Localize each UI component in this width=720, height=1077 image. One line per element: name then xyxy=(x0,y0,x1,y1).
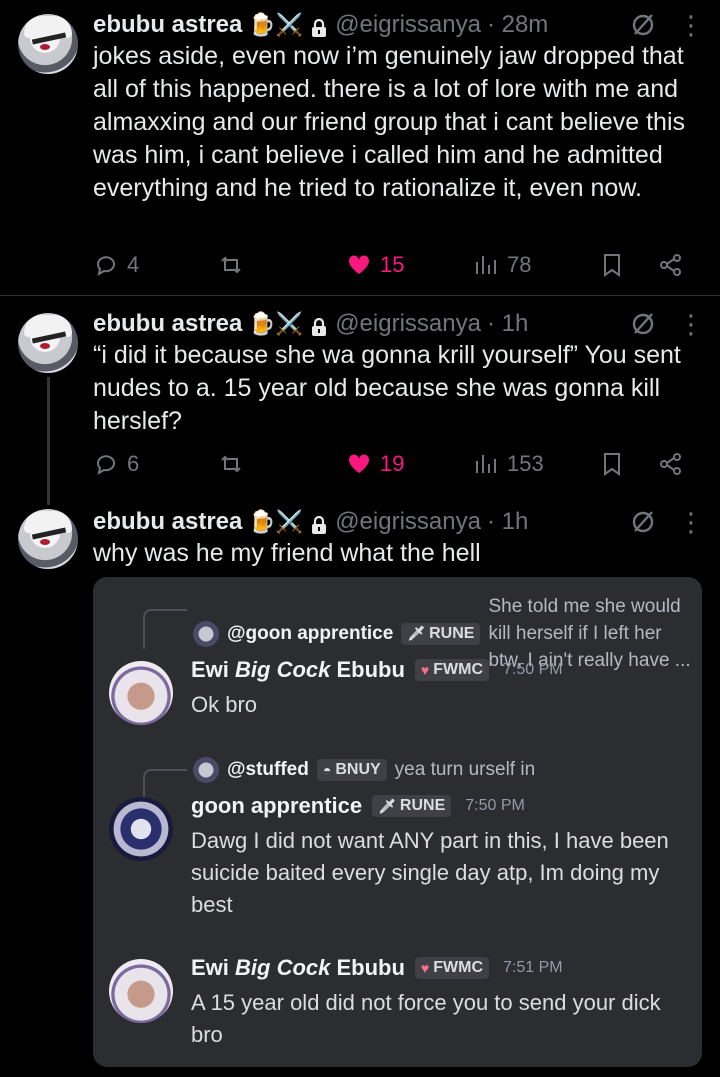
discord-screenshot[interactable]: @goon apprentice 🗡 RUNE She told me she w… xyxy=(93,577,702,1067)
reply-icon xyxy=(97,256,115,277)
reply-author[interactable]: @goon apprentice xyxy=(227,623,393,645)
more-icon[interactable]: ⋮ xyxy=(678,311,704,337)
avatar[interactable] xyxy=(109,959,173,1023)
grok-icon[interactable] xyxy=(630,509,656,535)
message-time: 7:51 PM xyxy=(503,959,563,976)
share-button[interactable] xyxy=(658,451,692,477)
role-tag: 🗡 RUNE xyxy=(372,795,452,817)
reply-connector xyxy=(143,609,187,649)
message-time: 7:50 PM xyxy=(465,797,525,814)
avatar xyxy=(193,757,219,783)
message-author[interactable]: goon apprentice xyxy=(191,793,362,819)
avatar[interactable] xyxy=(109,797,173,861)
reply-preview[interactable]: @stuffed ◓ BNUY yea turn urself in xyxy=(193,757,535,783)
reply-button[interactable]: 6 xyxy=(93,451,139,477)
grok-icon[interactable] xyxy=(630,311,656,337)
like-count: 19 xyxy=(380,451,405,476)
sword-icon: 🗡 xyxy=(407,625,426,641)
views-button[interactable]: 153 xyxy=(473,451,544,477)
reply-author[interactable]: @stuffed xyxy=(227,759,309,781)
message-header: Ewi Big Cock Ebubu ♥ FWMC 7:50 PM xyxy=(191,657,563,683)
repost-icon xyxy=(221,455,241,473)
grok-icon[interactable] xyxy=(630,12,656,38)
handle[interactable]: @eigrissanya xyxy=(335,11,481,39)
repost-button[interactable] xyxy=(218,451,252,477)
more-icon[interactable]: ⋮ xyxy=(678,509,704,535)
role-tag: 🗡 RUNE xyxy=(401,622,481,645)
bookmark-icon xyxy=(604,254,620,277)
share-icon xyxy=(660,254,681,276)
heart-icon xyxy=(348,454,370,473)
timestamp[interactable]: · 1h xyxy=(487,508,528,536)
name-emoji: 🍺⚔️ xyxy=(248,509,304,534)
name-emoji: 🍺⚔️ xyxy=(248,311,304,336)
lock-icon xyxy=(311,315,327,336)
message-time: 7:50 PM xyxy=(503,661,563,678)
avatar xyxy=(193,620,219,647)
bookmark-button[interactable] xyxy=(599,451,633,477)
share-icon xyxy=(660,453,681,475)
reply-button[interactable]: 4 xyxy=(93,252,139,278)
lock-icon xyxy=(311,16,327,37)
heart-icon: ♥ xyxy=(420,662,430,678)
message-header: Ewi Big Cock Ebubu ♥ FWMC 7:51 PM xyxy=(191,955,563,981)
share-button[interactable] xyxy=(658,252,692,278)
more-icon[interactable]: ⋮ xyxy=(678,12,704,38)
reply-count: 4 xyxy=(127,252,140,277)
role-tag: ◓ BNUY xyxy=(316,759,387,781)
bookmark-button[interactable] xyxy=(599,252,633,278)
handle[interactable]: @eigrissanya xyxy=(335,508,481,536)
avatar[interactable] xyxy=(18,313,78,373)
tweet-actions: 6 19 153 xyxy=(93,451,693,481)
timestamp[interactable]: · 1h xyxy=(487,310,528,338)
tweet-text: jokes aside, even now i’m genuinely jaw … xyxy=(93,42,686,202)
tweet-header: ebubu astrea 🍺⚔️ @eigrissanya · 28m xyxy=(93,10,548,40)
display-name[interactable]: ebubu astrea xyxy=(93,310,242,338)
heart-icon xyxy=(348,255,370,274)
message-text: Ok bro xyxy=(191,692,258,717)
tweet-header: ebubu astrea 🍺⚔️ @eigrissanya · 1h xyxy=(93,309,528,339)
message-header: goon apprentice 🗡 RUNE 7:50 PM xyxy=(191,793,525,819)
like-count: 15 xyxy=(380,252,405,277)
message-text: Dawg I did not want ANY part in this, I … xyxy=(191,828,669,917)
name-emoji: 🍺⚔️ xyxy=(248,12,304,37)
heart-icon: ♥ xyxy=(420,960,430,976)
repost-button[interactable] xyxy=(218,252,252,278)
role-tag: ♥ FWMC xyxy=(414,659,489,681)
views-button[interactable]: 78 xyxy=(473,252,531,278)
avatar[interactable] xyxy=(18,14,78,74)
repost-icon xyxy=(221,256,241,274)
message-author[interactable]: Ewi Big Cock Ebubu xyxy=(191,657,405,683)
timestamp[interactable]: · 28m xyxy=(487,11,548,39)
reply-text: yea turn urself in xyxy=(394,759,536,780)
like-button[interactable]: 19 xyxy=(346,451,404,477)
tweet-3[interactable]: ebubu astrea 🍺⚔️ @eigrissanya · 1h ⋮ why… xyxy=(0,497,720,1077)
display-name[interactable]: ebubu astrea xyxy=(93,11,242,39)
avatar[interactable] xyxy=(18,509,78,569)
tweet-actions: 4 15 78 xyxy=(93,252,693,282)
lock-icon xyxy=(311,513,327,534)
views-icon xyxy=(476,256,496,274)
handle[interactable]: @eigrissanya xyxy=(335,310,481,338)
tweet-text: why was he my friend what the hell xyxy=(93,539,481,567)
display-name[interactable]: ebubu astrea xyxy=(93,508,242,536)
tweet-header: ebubu astrea 🍺⚔️ @eigrissanya · 1h xyxy=(93,507,528,537)
bookmark-icon xyxy=(604,453,620,476)
bunny-icon: ◓ xyxy=(322,762,332,778)
reply-count: 6 xyxy=(127,451,140,476)
message-text: A 15 year old did not force you to send … xyxy=(191,990,661,1047)
view-count: 153 xyxy=(507,451,544,476)
tweet-2[interactable]: ebubu astrea 🍺⚔️ @eigrissanya · 1h ⋮ “i … xyxy=(0,297,720,505)
thread-line xyxy=(47,377,50,505)
view-count: 78 xyxy=(507,252,532,277)
role-tag: ♥ FWMC xyxy=(414,957,489,979)
reply-icon xyxy=(97,455,115,476)
like-button[interactable]: 15 xyxy=(346,252,404,278)
tweet-1[interactable]: ebubu astrea 🍺⚔️ @eigrissanya · 28m ⋮ jo… xyxy=(0,0,720,296)
tweet-text: “i did it because she wa gonna krill you… xyxy=(93,341,681,435)
views-icon xyxy=(476,455,496,473)
sword-icon: 🗡 xyxy=(378,797,396,814)
message-author[interactable]: Ewi Big Cock Ebubu xyxy=(191,955,405,981)
avatar[interactable] xyxy=(109,661,173,725)
